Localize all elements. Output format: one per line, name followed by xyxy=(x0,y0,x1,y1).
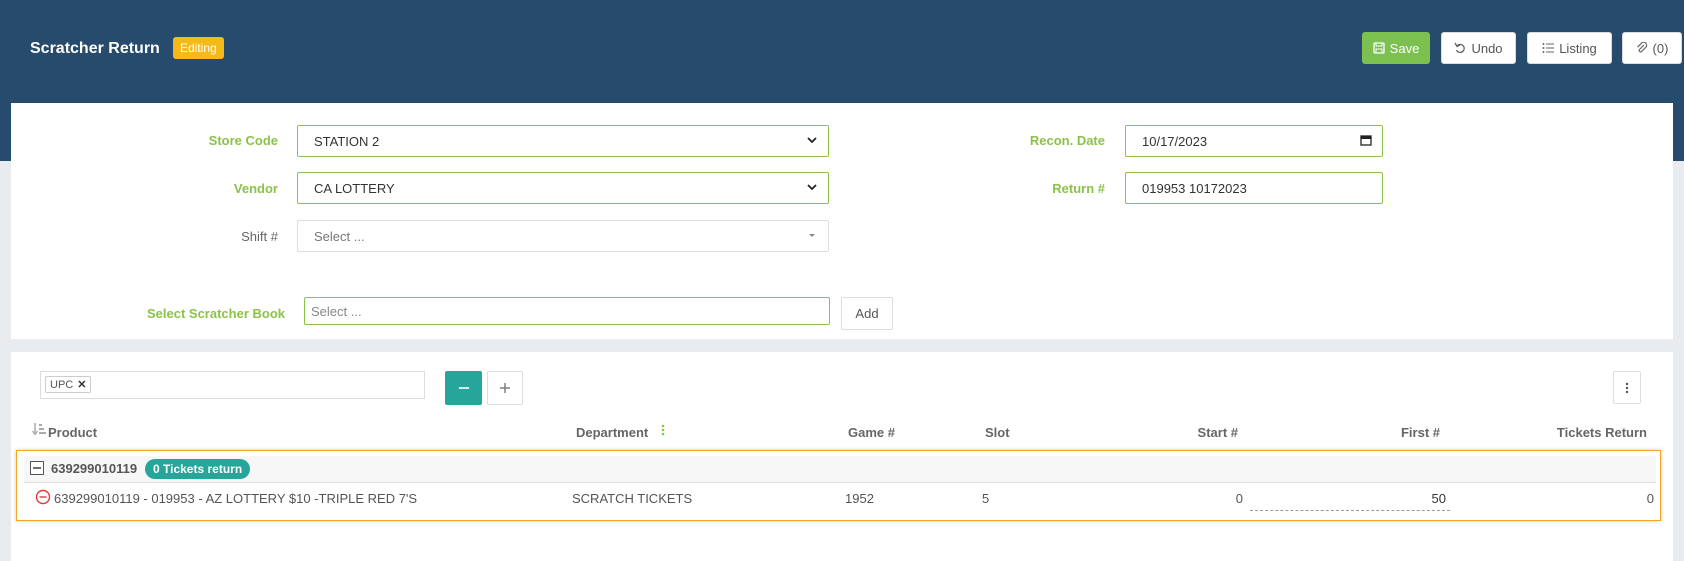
save-button[interactable]: Save xyxy=(1362,32,1430,64)
undo-label: Undo xyxy=(1471,40,1503,56)
group-collapse-toggle[interactable] xyxy=(30,461,44,475)
cell-tickets-return: 0 xyxy=(1646,491,1654,506)
caret-down-icon xyxy=(809,234,815,237)
scratcher-book-placeholder: Select ... xyxy=(311,303,362,319)
scratcher-book-label: Select Scratcher Book xyxy=(146,306,285,321)
column-header-game[interactable]: Game # xyxy=(848,425,895,440)
return-no-input[interactable]: 019953 10172023 xyxy=(1125,172,1383,204)
recon-date-label: Recon. Date xyxy=(1029,133,1105,148)
store-code-label: Store Code xyxy=(208,133,278,148)
add-button[interactable]: Add xyxy=(841,297,893,330)
shift-placeholder: Select ... xyxy=(314,228,365,244)
undo-icon xyxy=(1454,42,1466,54)
minus-icon xyxy=(458,387,469,389)
list-icon xyxy=(1542,43,1555,53)
cell-department: SCRATCH TICKETS xyxy=(572,491,693,506)
cell-start: 0 xyxy=(1235,491,1243,506)
remove-tag-icon[interactable]: ✕ xyxy=(77,378,86,391)
calendar-icon[interactable] xyxy=(1360,134,1372,146)
sort-icon[interactable] xyxy=(32,422,46,436)
vendor-select[interactable]: CA LOTTERY xyxy=(297,172,829,204)
kebab-icon xyxy=(1625,382,1629,393)
shift-select[interactable]: Select ... xyxy=(297,220,829,252)
group-by-input[interactable]: UPC ✕ xyxy=(40,371,425,399)
chevron-down-icon xyxy=(807,137,817,144)
listing-button[interactable]: Listing xyxy=(1527,32,1612,64)
return-no-value: 019953 10172023 xyxy=(1142,180,1247,196)
paperclip-icon xyxy=(1636,42,1647,53)
shift-label: Shift # xyxy=(241,229,278,244)
cell-slot: 5 xyxy=(982,491,990,506)
page-title: Scratcher Return xyxy=(30,40,160,57)
group-row[interactable] xyxy=(24,456,1656,483)
vendor-label: Vendor xyxy=(233,181,278,196)
group-tag-label: UPC xyxy=(50,378,74,391)
group-key: 639299010119 xyxy=(51,461,138,476)
expand-all-button[interactable] xyxy=(487,371,523,405)
chevron-down-icon xyxy=(807,184,817,191)
recon-date-value: 10/17/2023 xyxy=(1142,133,1208,149)
column-header-product[interactable]: Product xyxy=(48,425,97,440)
recon-date-input[interactable]: 10/17/2023 xyxy=(1125,125,1383,157)
filter-dots-icon[interactable] xyxy=(660,424,666,438)
store-code-select[interactable]: STATION 2 xyxy=(297,125,829,157)
save-label: Save xyxy=(1389,40,1420,56)
column-header-first[interactable]: First # xyxy=(1350,425,1440,440)
plus-icon xyxy=(500,383,510,393)
minus-icon xyxy=(33,467,41,469)
first-number-input[interactable]: 50 xyxy=(1250,491,1450,511)
listing-label: Listing xyxy=(1559,40,1597,56)
cell-product: 639299010119 - 019953 - AZ LOTTERY $10 -… xyxy=(54,491,418,506)
group-tag: UPC ✕ xyxy=(45,376,92,393)
tickets-return-badge: 0 Tickets return xyxy=(145,459,251,479)
more-options-button[interactable] xyxy=(1613,371,1641,404)
store-code-value: STATION 2 xyxy=(314,133,380,149)
attachments-button[interactable]: (0) xyxy=(1622,32,1682,64)
cell-game: 1952 xyxy=(845,491,874,506)
add-label: Add xyxy=(855,306,879,321)
column-header-department[interactable]: Department xyxy=(576,425,648,440)
column-header-slot[interactable]: Slot xyxy=(985,425,1010,440)
column-header-tickets-return[interactable]: Tickets Return xyxy=(1520,425,1647,440)
save-icon xyxy=(1373,42,1385,54)
collapse-all-button[interactable] xyxy=(445,371,482,405)
return-no-label: Return # xyxy=(1052,181,1105,196)
status-badge: Editing xyxy=(173,37,224,59)
vendor-value: CA LOTTERY xyxy=(314,180,395,196)
undo-button[interactable]: Undo xyxy=(1441,32,1516,64)
attachments-count: (0) xyxy=(1652,40,1669,56)
scratcher-book-input[interactable]: Select ... xyxy=(304,297,830,325)
remove-row-icon[interactable] xyxy=(35,489,51,505)
column-header-start[interactable]: Start # xyxy=(1150,425,1238,440)
